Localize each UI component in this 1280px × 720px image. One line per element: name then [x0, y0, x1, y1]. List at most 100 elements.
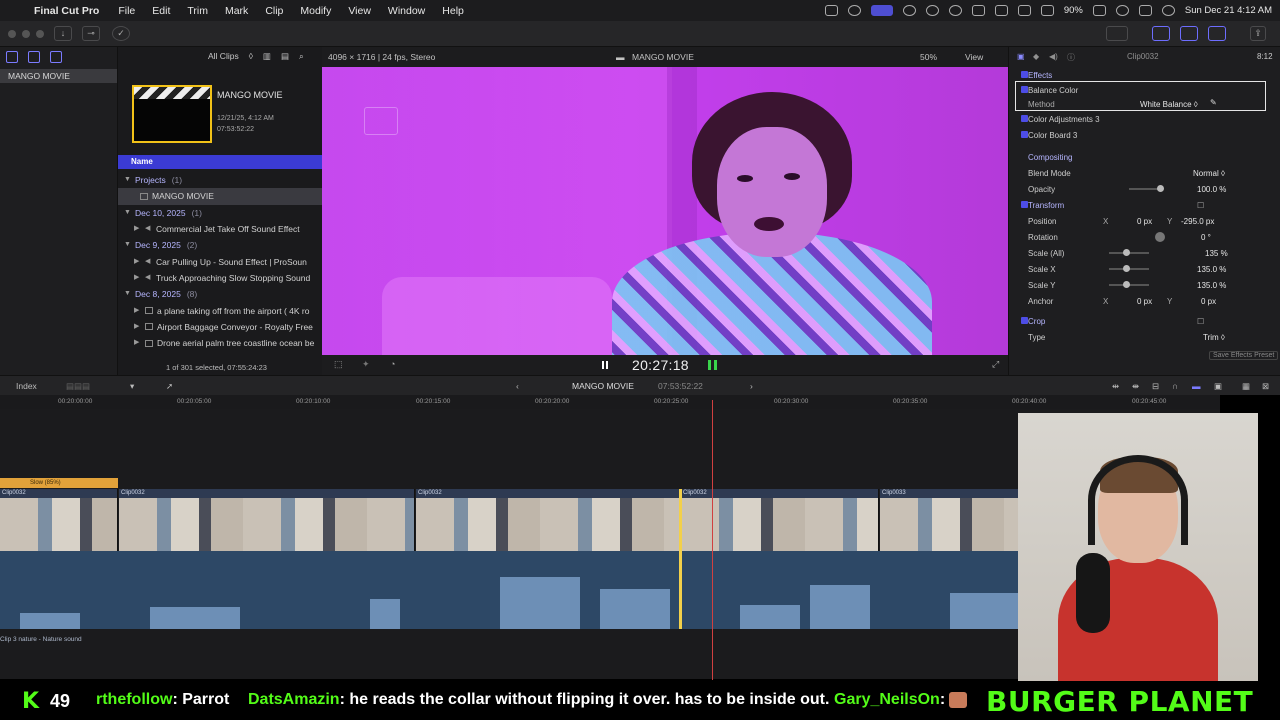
eyedropper-icon[interactable]: ✎ — [1210, 98, 1217, 107]
effects-checkbox[interactable] — [1021, 71, 1028, 78]
transform-tool-icon[interactable]: ⬚ — [334, 359, 343, 370]
timeline-zoom-icon[interactable]: ▣ — [1214, 381, 1222, 392]
timeline-clip[interactable]: Clip0032 — [119, 489, 415, 551]
method-dropdown[interactable]: White Balance ◊ — [1140, 100, 1198, 109]
timeline-ruler[interactable]: 00:20:00:00 00:20:05:00 00:20:10:00 00:2… — [0, 395, 1220, 409]
menu-edit[interactable]: Edit — [152, 5, 170, 17]
crop-type-dropdown[interactable]: Trim ◊ — [1203, 333, 1225, 342]
section-dec-8[interactable]: ▼ Dec 8, 2025 (8) — [118, 286, 322, 302]
record-icon[interactable] — [824, 5, 838, 16]
headphones-icon[interactable]: ∩ — [1172, 381, 1178, 391]
photos-tab-icon[interactable] — [28, 51, 40, 63]
save-effects-preset-button[interactable]: Save Effects Preset — [1209, 351, 1279, 360]
menu-clip[interactable]: Clip — [265, 5, 283, 17]
library-item[interactable]: MANGO MOVIE — [0, 69, 117, 83]
libraries-tab-icon[interactable] — [6, 51, 18, 63]
opacity-slider-knob[interactable] — [1157, 185, 1164, 192]
scale-x-slider-knob[interactable] — [1123, 265, 1130, 272]
list-item[interactable]: ▶ Airport Baggage Conveyor - Royalty Fre… — [118, 319, 322, 335]
snapping-icon[interactable]: ▬ — [1192, 381, 1201, 391]
scale-x-value[interactable]: 135.0 % — [1197, 265, 1226, 274]
display-icon[interactable] — [994, 5, 1008, 16]
zoom-dropdown[interactable]: 50% — [920, 52, 937, 62]
menu-window[interactable]: Window — [388, 5, 425, 17]
crop-onscreen-icon[interactable]: ☐ — [1197, 317, 1204, 326]
timeline-clip[interactable]: Clip0032 — [416, 489, 680, 551]
screen-share-icon[interactable] — [870, 5, 893, 16]
clip-filter-dropdown[interactable]: All Clips — [208, 51, 239, 61]
show-browser-button[interactable] — [1152, 26, 1170, 41]
back-nav-icon[interactable]: ‹ — [516, 381, 519, 391]
show-timeline-button[interactable] — [1180, 26, 1198, 41]
import-button[interactable]: ↓ — [54, 26, 72, 41]
playhead[interactable] — [712, 400, 713, 680]
position-x-value[interactable]: 0 px — [1137, 217, 1152, 226]
menu-app[interactable]: Final Cut Pro — [34, 5, 99, 17]
list-item[interactable]: ▶ ◀ Commercial Jet Take Off Sound Effect — [118, 221, 322, 237]
list-view-icon[interactable]: ▤ — [281, 51, 289, 62]
crop-checkbox[interactable] — [1021, 317, 1028, 324]
position-y-value[interactable]: -295.0 px — [1181, 217, 1214, 226]
forward-nav-icon[interactable]: › — [750, 381, 753, 391]
battery-icon[interactable] — [1092, 5, 1106, 16]
transitions-icon[interactable]: ⊠ — [1262, 381, 1269, 392]
show-inspector-button[interactable] — [1208, 26, 1226, 41]
keywords-button[interactable]: ⊸ — [82, 26, 100, 41]
search-icon[interactable] — [1115, 5, 1129, 16]
effects-section[interactable]: Effects — [1009, 67, 1280, 81]
siri-icon[interactable] — [1161, 5, 1175, 16]
bluetooth-icon[interactable] — [1017, 5, 1031, 16]
rotation-dial[interactable] — [1155, 232, 1165, 242]
menu-modify[interactable]: Modify — [300, 5, 331, 17]
color-adjustments-effect[interactable]: Color Adjustments 3 — [1009, 111, 1280, 127]
list-item[interactable]: ▶ a plane taking off from the airport ( … — [118, 302, 322, 318]
menu-view[interactable]: View — [348, 5, 371, 17]
solo-icon[interactable]: ⊟ — [1152, 381, 1159, 392]
clip-appearance-icon[interactable]: ▤▤▤ — [66, 381, 90, 392]
timeline-clip[interactable]: Clip0032 — [0, 489, 118, 551]
disclosure-open-icon[interactable]: ▼ — [124, 237, 131, 253]
share-button[interactable]: ⇪ — [1250, 26, 1266, 41]
list-item-project[interactable]: MANGO MOVIE — [118, 188, 322, 205]
wifi-icon[interactable] — [1040, 5, 1054, 16]
pause-icon[interactable] — [602, 361, 608, 369]
select-tool-icon[interactable]: ➚ — [166, 381, 173, 392]
volume-icon[interactable] — [971, 5, 985, 16]
color-board-effect[interactable]: Color Board 3 — [1009, 127, 1280, 143]
menu-mark[interactable]: Mark — [225, 5, 248, 17]
apple-icon[interactable] — [10, 4, 22, 17]
steam-icon[interactable] — [925, 5, 939, 16]
scale-all-value[interactable]: 135 % — [1205, 249, 1228, 258]
disclosure-closed-icon[interactable]: ▶ — [134, 319, 141, 335]
anchor-x-value[interactable]: 0 px — [1137, 297, 1152, 306]
section-dec-9[interactable]: ▼ Dec 9, 2025 (2) — [118, 237, 322, 253]
obs-icon[interactable] — [847, 5, 861, 16]
enhance-icon[interactable]: ✦ — [362, 359, 370, 370]
view-menu[interactable]: View — [965, 52, 983, 62]
opacity-slider[interactable] — [1129, 188, 1159, 190]
project-thumbnail[interactable] — [132, 85, 212, 143]
disclosure-closed-icon[interactable]: ▶ — [134, 335, 141, 351]
section-dec-10[interactable]: ▼ Dec 10, 2025 (1) — [118, 205, 322, 221]
transform-checkbox[interactable] — [1021, 201, 1028, 208]
scale-y-slider-knob[interactable] — [1123, 281, 1130, 288]
balance-color-effect[interactable]: Balance Color Method White Balance ◊ ✎ — [1015, 81, 1266, 111]
menu-trim[interactable]: Trim — [187, 5, 208, 17]
play-icon[interactable] — [948, 5, 962, 16]
audio-waveform-track[interactable] — [0, 551, 1090, 629]
color-inspector-icon[interactable]: ◆ — [1033, 52, 1039, 61]
list-item[interactable]: ▶ ◀ Car Pulling Up - Sound Effect | ProS… — [118, 253, 322, 269]
crop-section[interactable]: Crop ☐ — [1009, 313, 1280, 329]
transform-onscreen-icon[interactable]: ☐ — [1197, 201, 1204, 210]
sort-icon[interactable]: ◊ — [249, 51, 253, 61]
color-board-checkbox[interactable] — [1021, 131, 1028, 138]
disclosure-closed-icon[interactable]: ▶ — [134, 270, 141, 286]
rotation-value[interactable]: 0 ° — [1201, 233, 1211, 242]
append-icon[interactable]: ▾ — [130, 381, 134, 392]
audio-skimming-icon[interactable]: ⇼ — [1132, 381, 1139, 392]
menu-clock[interactable]: Sun Dec 21 4:12 AM — [1185, 5, 1272, 16]
list-item[interactable]: ▶ Drone aerial palm tree coastline ocean… — [118, 335, 322, 351]
opacity-value[interactable]: 100.0 % — [1197, 185, 1226, 194]
effects-browser-icon[interactable]: ▦ — [1242, 381, 1250, 392]
section-projects[interactable]: ▼ Projects (1) — [118, 172, 322, 188]
